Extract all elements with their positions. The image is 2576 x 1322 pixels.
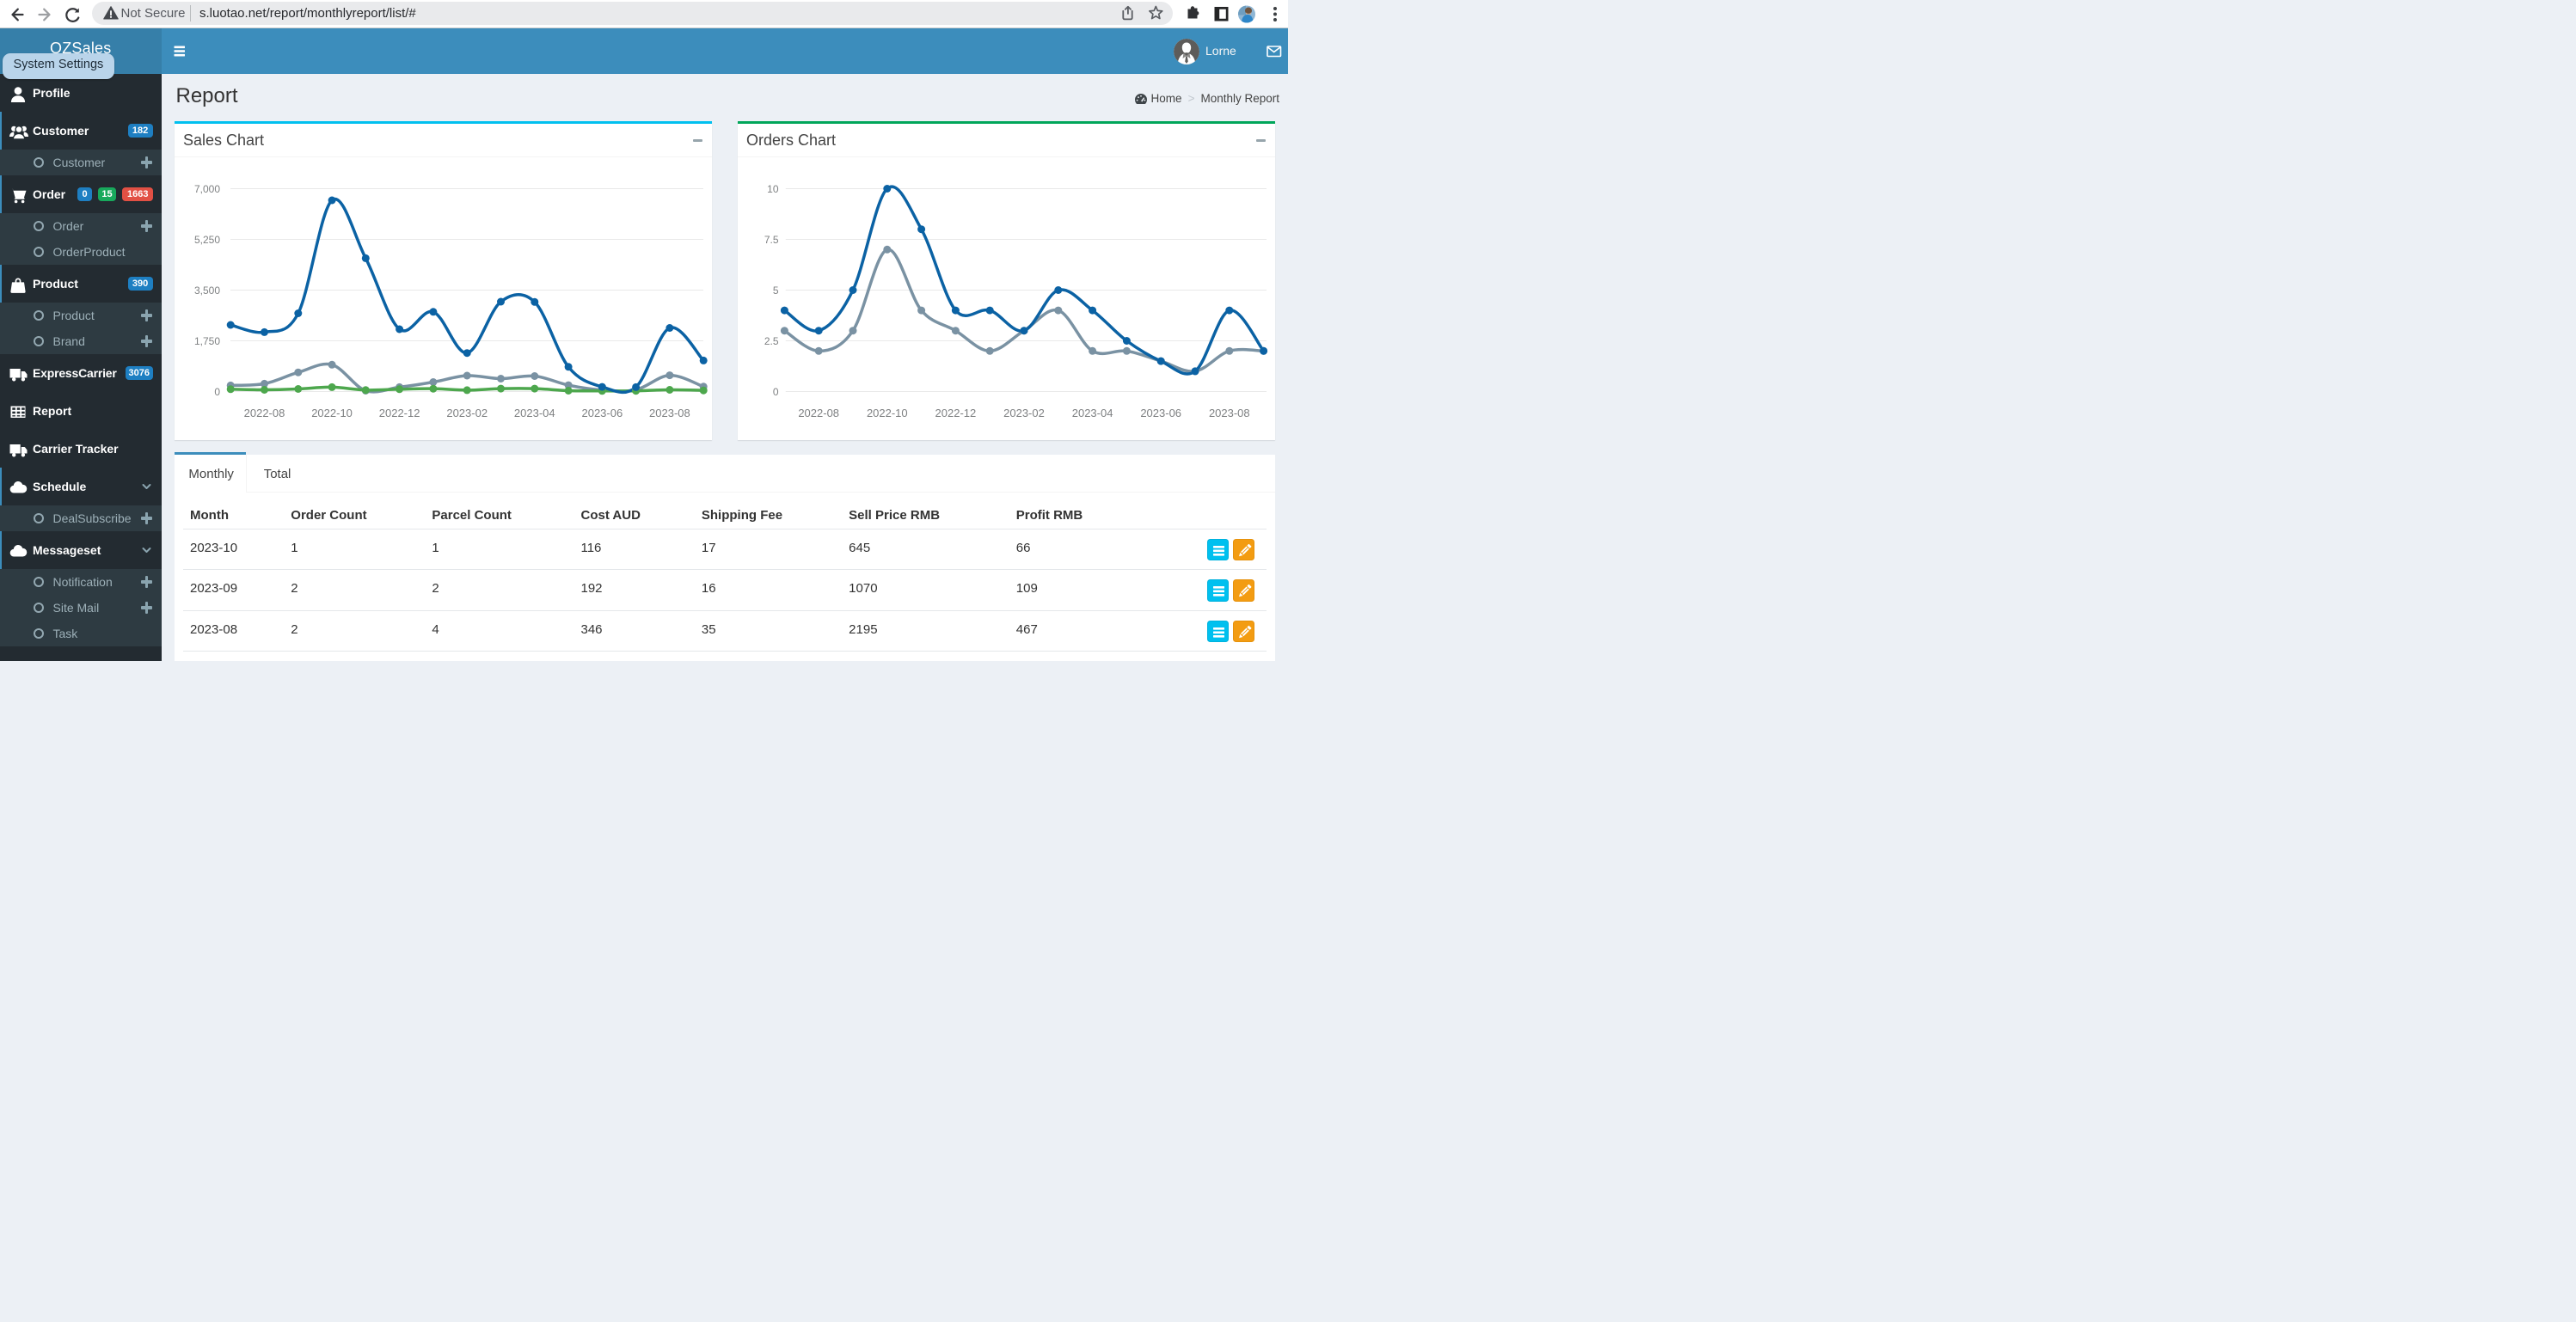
svg-text:2022-12: 2022-12 — [379, 407, 420, 419]
svg-text:10: 10 — [767, 183, 779, 195]
svg-text:3,500: 3,500 — [194, 285, 220, 297]
svg-text:5,250: 5,250 — [194, 234, 220, 246]
svg-text:7.5: 7.5 — [764, 234, 779, 246]
svg-text:2023-02: 2023-02 — [446, 407, 488, 419]
svg-text:2022-08: 2022-08 — [798, 407, 839, 419]
svg-text:0: 0 — [214, 386, 220, 398]
svg-text:2022-08: 2022-08 — [244, 407, 285, 419]
svg-text:2022-10: 2022-10 — [867, 407, 908, 419]
svg-text:2023-08: 2023-08 — [1209, 407, 1250, 419]
svg-text:0: 0 — [773, 386, 779, 398]
svg-text:2023-04: 2023-04 — [514, 407, 555, 419]
svg-text:2022-10: 2022-10 — [311, 407, 353, 419]
svg-text:2.5: 2.5 — [764, 335, 779, 347]
svg-text:2023-04: 2023-04 — [1072, 407, 1113, 419]
svg-text:2023-06: 2023-06 — [1140, 407, 1181, 419]
svg-text:2023-02: 2023-02 — [1003, 407, 1045, 419]
svg-text:5: 5 — [773, 285, 779, 297]
svg-text:2023-06: 2023-06 — [581, 407, 623, 419]
svg-text:2023-08: 2023-08 — [649, 407, 690, 419]
svg-text:2022-12: 2022-12 — [935, 407, 977, 419]
svg-text:7,000: 7,000 — [194, 183, 220, 195]
svg-text:1,750: 1,750 — [194, 335, 220, 347]
